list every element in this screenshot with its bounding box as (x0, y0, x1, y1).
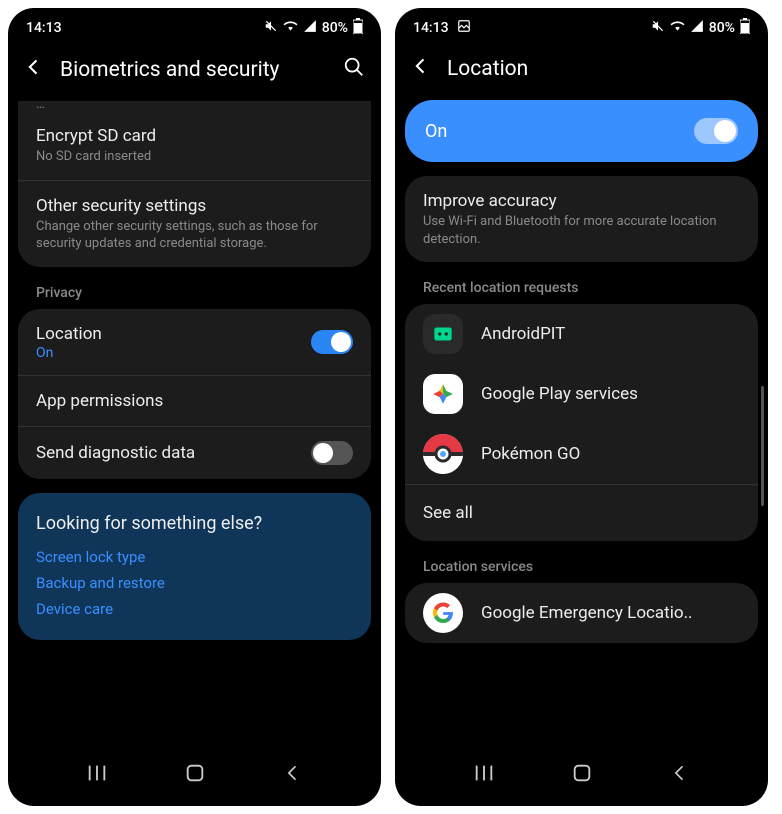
app-icon-androidpit (423, 314, 463, 354)
link-backup-restore[interactable]: Backup and restore (36, 574, 353, 592)
battery-percent: 80% (709, 20, 735, 36)
status-right: 80% (264, 18, 363, 38)
nav-back-icon[interactable] (283, 763, 303, 787)
app-row-playservices[interactable]: Google Play services (405, 364, 758, 424)
recent-label: Recent location requests (405, 276, 758, 304)
emergency-label: Google Emergency Locatio.. (481, 603, 693, 623)
encrypt-sub: No SD card inserted (36, 148, 353, 166)
emergency-location-row[interactable]: Google Emergency Locatio.. (405, 583, 758, 643)
location-title: Location (36, 323, 311, 345)
app-row-pokemon[interactable]: Pokémon GO (405, 424, 758, 484)
status-right: 80% (651, 18, 750, 38)
nav-recents-icon[interactable] (86, 763, 108, 787)
app-permissions-row[interactable]: App permissions (18, 376, 371, 427)
cut-row: … (18, 101, 371, 111)
status-bar: 14:13 80% (395, 8, 768, 42)
app-label: Google Play services (481, 384, 638, 404)
app-icon-playservices (423, 374, 463, 414)
looking-title: Looking for something else? (36, 513, 353, 534)
mute-icon (651, 19, 665, 37)
app-bar: Biometrics and security (8, 42, 381, 101)
battery-percent: 80% (322, 20, 348, 36)
location-toggle[interactable] (311, 330, 353, 354)
link-device-care[interactable]: Device care (36, 600, 353, 618)
location-row[interactable]: Location On (18, 309, 371, 376)
back-icon[interactable] (24, 57, 44, 83)
notification-icon (457, 19, 471, 37)
google-icon (423, 593, 463, 633)
see-all-row[interactable]: See all (405, 484, 758, 541)
page-title: Biometrics and security (60, 58, 327, 82)
back-icon[interactable] (411, 56, 431, 82)
nav-recents-icon[interactable] (473, 763, 495, 787)
looking-for-card: Looking for something else? Screen lock … (18, 493, 371, 640)
services-card: Google Emergency Locatio.. (405, 583, 758, 643)
battery-icon (740, 18, 750, 38)
link-screen-lock[interactable]: Screen lock type (36, 548, 353, 566)
see-all-label: See all (423, 503, 473, 523)
location-status: On (36, 345, 311, 361)
security-card: … Encrypt SD card No SD card inserted Ot… (18, 101, 371, 267)
content-area: Improve accuracy Use Wi-Fi and Bluetooth… (395, 176, 768, 746)
screen-location: 14:13 80% Location On (395, 8, 768, 806)
master-toggle[interactable] (694, 118, 738, 144)
signal-icon (303, 19, 317, 37)
other-title: Other security settings (36, 195, 353, 217)
screen-biometrics: 14:13 80% Biometrics and security (8, 8, 381, 806)
master-toggle-label: On (425, 121, 447, 142)
improve-sub: Use Wi-Fi and Bluetooth for more accurat… (423, 213, 740, 248)
scrollbar[interactable] (761, 386, 764, 506)
wifi-icon (283, 19, 298, 37)
encrypt-title: Encrypt SD card (36, 125, 353, 147)
page-title: Location (447, 57, 752, 81)
app-label: AndroidPIT (481, 324, 565, 344)
status-time: 14:13 (26, 20, 62, 36)
other-security-row[interactable]: Other security settings Change other sec… (18, 181, 371, 267)
other-sub: Change other security settings, such as … (36, 218, 353, 253)
improve-card: Improve accuracy Use Wi-Fi and Bluetooth… (405, 176, 758, 262)
status-bar: 14:13 80% (8, 8, 381, 42)
battery-icon (353, 18, 363, 38)
app-perms-title: App permissions (36, 390, 353, 412)
diagnostic-toggle[interactable] (311, 441, 353, 465)
encrypt-sd-row[interactable]: Encrypt SD card No SD card inserted (18, 111, 371, 181)
app-icon-pokemon (423, 434, 463, 474)
mute-icon (264, 19, 278, 37)
nav-bar (395, 746, 768, 806)
recent-apps-card: AndroidPIT Google Play services Pokémon … (405, 304, 758, 541)
privacy-label: Privacy (18, 281, 371, 309)
nav-home-icon[interactable] (184, 762, 206, 788)
status-time: 14:13 (413, 20, 449, 36)
nav-home-icon[interactable] (571, 762, 593, 788)
content-area: … Encrypt SD card No SD card inserted Ot… (8, 101, 381, 746)
diagnostic-row[interactable]: Send diagnostic data (18, 427, 371, 479)
improve-title: Improve accuracy (423, 190, 740, 212)
search-icon[interactable] (343, 56, 365, 83)
diag-title: Send diagnostic data (36, 442, 311, 464)
services-label: Location services (405, 555, 758, 583)
signal-icon (690, 19, 704, 37)
nav-back-icon[interactable] (670, 763, 690, 787)
app-bar: Location (395, 42, 768, 100)
wifi-icon (670, 19, 685, 37)
app-label: Pokémon GO (481, 444, 580, 464)
app-row-androidpit[interactable]: AndroidPIT (405, 304, 758, 364)
improve-row[interactable]: Improve accuracy Use Wi-Fi and Bluetooth… (405, 176, 758, 262)
privacy-card: Location On App permissions Send diagnos… (18, 309, 371, 479)
master-toggle-row[interactable]: On (405, 100, 758, 162)
nav-bar (8, 746, 381, 806)
